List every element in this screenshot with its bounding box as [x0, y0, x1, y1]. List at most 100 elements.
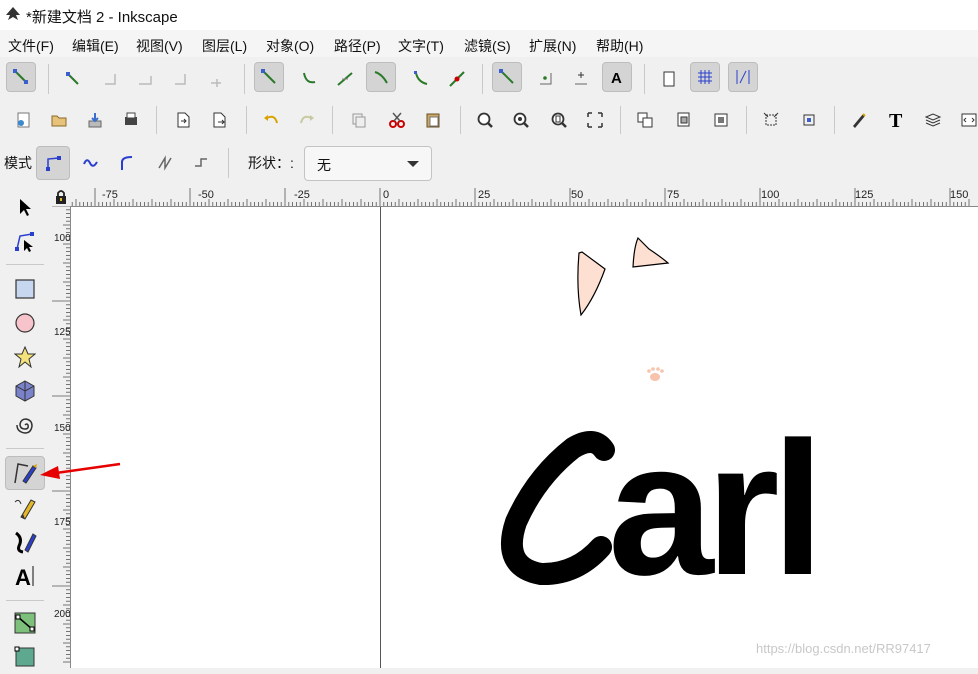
calligraphy-tool[interactable]: [8, 525, 42, 559]
mode-spiro-button[interactable]: [76, 148, 106, 178]
mode-paraxial-button[interactable]: [186, 148, 216, 178]
redo-icon: [300, 115, 314, 124]
new-document-icon: [17, 112, 30, 128]
zoom-drawing-button[interactable]: [506, 105, 536, 135]
selector-tool[interactable]: [8, 190, 42, 224]
ruler-label: 0: [383, 189, 390, 201]
menu-path[interactable]: 路径(P): [334, 36, 381, 56]
snap-page-border-button[interactable]: [654, 64, 684, 94]
star-tool[interactable]: [8, 340, 42, 374]
menu-text[interactable]: 文字(T): [398, 36, 444, 56]
snap-bbox-corner-button[interactable]: [130, 64, 160, 94]
bezier-pen-icon: [14, 463, 37, 484]
ruler-label: 150: [950, 189, 969, 201]
snap-smooth-node-button[interactable]: [406, 64, 436, 94]
ruler-label: 100: [54, 233, 71, 244]
undo-button[interactable]: [256, 105, 286, 135]
ungroup-button[interactable]: [668, 105, 698, 135]
mode-regular-bezier-button[interactable]: [36, 146, 70, 180]
ruler-label: 150: [54, 423, 71, 434]
ruler-label: 200: [54, 609, 71, 620]
snap-smooth-node-icon: [414, 71, 428, 85]
snap-path-button[interactable]: [294, 64, 324, 94]
menu-bar: 文件(F) 编辑(E) 视图(V) 图层(L) 对象(O) 路径(P) 文字(T…: [0, 30, 978, 57]
transform-button[interactable]: [794, 105, 824, 135]
shape-select[interactable]: 无: [304, 146, 432, 181]
snap-grid-button[interactable]: [690, 62, 720, 92]
gradient-tool[interactable]: [8, 606, 42, 640]
paste-icon: [426, 113, 440, 128]
menu-object[interactable]: 对象(O): [266, 36, 314, 56]
snap-nodes-button[interactable]: [254, 62, 284, 92]
snap-cusp-node-button[interactable]: [366, 62, 396, 92]
snap-bbox-midpoint-button[interactable]: [166, 64, 196, 94]
layers-button[interactable]: [918, 105, 948, 135]
snap-bbox-edge-button[interactable]: [94, 64, 124, 94]
ruler-label: 175: [54, 517, 71, 528]
mode-bspline-button[interactable]: [112, 148, 142, 178]
box3d-tool[interactable]: [8, 374, 42, 408]
snap-toggle-button[interactable]: [6, 62, 36, 92]
import-file-button[interactable]: [168, 105, 198, 135]
cut-button[interactable]: [382, 105, 412, 135]
fill-stroke-button[interactable]: [706, 105, 736, 135]
zoom-width-button[interactable]: [580, 105, 610, 135]
snap-line-midpoint-button[interactable]: [442, 64, 472, 94]
snap-rotation-center-button[interactable]: [566, 64, 596, 94]
menu-edit[interactable]: 编辑(E): [72, 36, 119, 56]
annotation-arrow: [40, 462, 121, 479]
align-button[interactable]: [756, 105, 786, 135]
zoom-drawing-icon: [513, 112, 529, 128]
menu-file[interactable]: 文件(F): [8, 36, 54, 56]
xml-editor-button[interactable]: [844, 105, 874, 135]
snap-path-icon: [303, 72, 316, 84]
text-tool[interactable]: A: [8, 559, 42, 593]
zoom-page-icon: [551, 112, 567, 128]
menu-view[interactable]: 视图(V): [136, 36, 183, 56]
menu-filters[interactable]: 滤镜(S): [464, 36, 511, 56]
text-font-button[interactable]: T: [882, 105, 912, 135]
zoom-selection-button[interactable]: [470, 105, 500, 135]
new-document-button[interactable]: [8, 105, 38, 135]
export-file-icon: [213, 112, 226, 128]
snap-text-baseline-button[interactable]: A: [602, 62, 632, 92]
snap-bbox-edge-icon: [105, 74, 116, 85]
ruler-corner[interactable]: [52, 188, 70, 206]
snap-object-center-button[interactable]: [530, 64, 560, 94]
snap-path-intersection-button[interactable]: [330, 64, 360, 94]
pencil-tool[interactable]: [8, 491, 42, 525]
print-button[interactable]: [116, 105, 146, 135]
gradient-icon: [14, 612, 36, 634]
export-file-button[interactable]: [204, 105, 234, 135]
snap-guide-button[interactable]: [728, 62, 758, 92]
menu-extensions[interactable]: 扩展(N): [529, 36, 576, 56]
zoom-page-button[interactable]: [544, 105, 574, 135]
group-button[interactable]: [630, 105, 660, 135]
import-button[interactable]: [80, 105, 110, 135]
import-icon: [88, 113, 102, 128]
node-editor-tool[interactable]: [8, 224, 42, 258]
paste-button[interactable]: [418, 105, 448, 135]
mode-zigzag-button[interactable]: [150, 148, 180, 178]
redo-button[interactable]: [292, 105, 322, 135]
copy-icon: [352, 113, 366, 128]
toolbox: A: [0, 188, 50, 668]
snap-bbox-button[interactable]: [58, 64, 88, 94]
snap-bbox-center-icon: [211, 79, 221, 87]
xml-editor-toggle[interactable]: [954, 105, 978, 135]
selector-icon: [20, 199, 31, 216]
rectangle-tool[interactable]: [8, 272, 42, 306]
snap-bbox-center-button[interactable]: [202, 64, 232, 94]
open-button[interactable]: [44, 105, 74, 135]
duplicate-button[interactable]: [344, 105, 374, 135]
drawing-canvas[interactable]: arl: [71, 207, 978, 668]
circle-tool[interactable]: [8, 306, 42, 340]
snap-others-button[interactable]: [492, 62, 522, 92]
import-file-icon: [177, 112, 190, 128]
menu-layer[interactable]: 图层(L): [202, 36, 247, 56]
spiral-tool[interactable]: [8, 408, 42, 442]
svg-text:A: A: [15, 565, 31, 588]
mesh-tool[interactable]: [8, 640, 42, 674]
zoom-width-icon: [587, 112, 603, 128]
menu-help[interactable]: 帮助(H): [596, 36, 643, 56]
